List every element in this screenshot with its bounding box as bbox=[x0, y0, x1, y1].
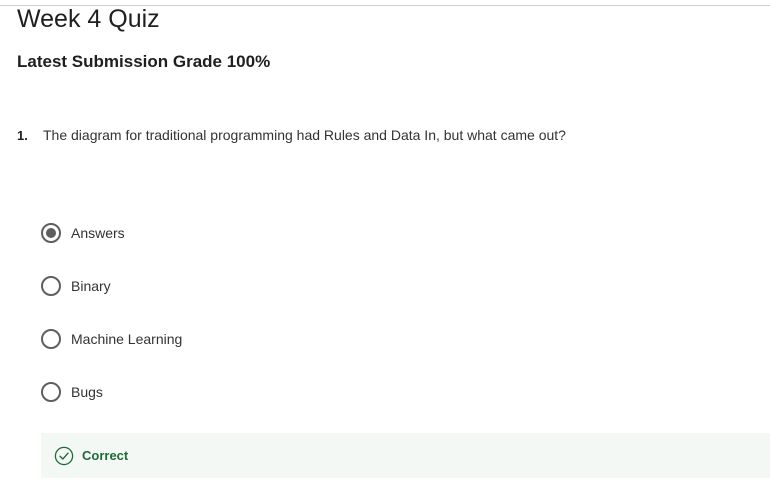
option-label: Answers bbox=[71, 225, 125, 241]
option-bugs[interactable]: Bugs bbox=[41, 381, 182, 403]
radio-unselected-icon[interactable] bbox=[41, 329, 61, 349]
option-label: Bugs bbox=[71, 384, 103, 400]
radio-selected-icon[interactable] bbox=[41, 223, 61, 243]
option-machine-learning[interactable]: Machine Learning bbox=[41, 328, 182, 350]
submission-grade: Latest Submission Grade 100% bbox=[17, 52, 271, 71]
question-number: 1. bbox=[17, 128, 28, 143]
feedback-banner: Correct bbox=[41, 433, 770, 478]
radio-unselected-icon[interactable] bbox=[41, 382, 61, 402]
question-text: The diagram for traditional programming … bbox=[43, 127, 566, 143]
feedback-label: Correct bbox=[82, 448, 129, 463]
question-prompt: 1. The diagram for traditional programmi… bbox=[17, 125, 566, 146]
quiz-title: Week 4 Quiz bbox=[17, 5, 160, 33]
check-circle-icon bbox=[54, 446, 74, 465]
option-answers[interactable]: Answers bbox=[41, 222, 182, 244]
option-label: Binary bbox=[71, 278, 111, 294]
radio-unselected-icon[interactable] bbox=[41, 276, 61, 296]
option-label: Machine Learning bbox=[71, 331, 183, 347]
answer-options: Answers Binary Machine Learning Bugs bbox=[41, 222, 182, 434]
quiz-page: Week 4 Quiz Latest Submission Grade 100%… bbox=[0, 0, 770, 489]
option-binary[interactable]: Binary bbox=[41, 275, 182, 297]
